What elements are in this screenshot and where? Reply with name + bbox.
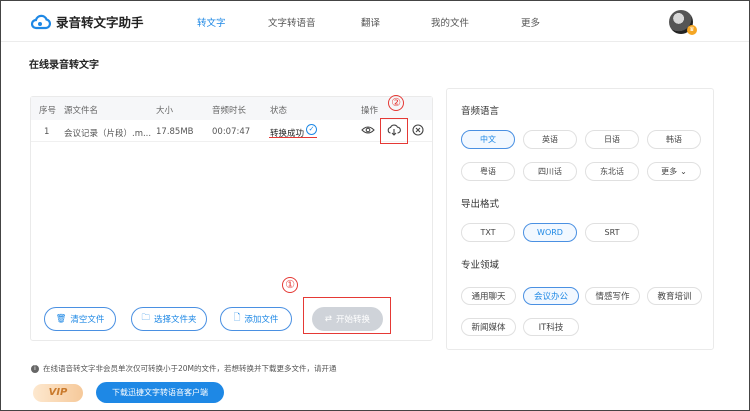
col-actions: 操作 xyxy=(361,106,379,116)
start-convert-label: 开始转换 xyxy=(336,315,371,325)
domain-education[interactable]: 教育培训 xyxy=(647,287,702,305)
lang-english[interactable]: 英语 xyxy=(523,130,577,149)
row-size: 17.85MB xyxy=(156,127,194,137)
avatar[interactable]: ♛ xyxy=(669,10,697,35)
add-file-button[interactable]: 🗋 添加文件 xyxy=(220,307,292,331)
audio-language-title: 音频语言 xyxy=(461,106,500,117)
nav-my-files[interactable]: 我的文件 xyxy=(431,15,469,29)
settings-panel: 音频语言 中文 英语 日语 韩语 粤语 四川话 东北话 更多 ⌄ 导出格式 TX… xyxy=(446,88,714,350)
lang-japanese[interactable]: 日语 xyxy=(585,130,639,149)
row-filename: 会议记录（片段）.m... xyxy=(64,129,152,139)
lang-more-label: 更多 xyxy=(661,167,678,176)
folder-icon: 🗀 xyxy=(141,313,150,323)
col-status: 状态 xyxy=(270,106,288,116)
lang-dongbei[interactable]: 东北话 xyxy=(585,162,639,181)
chevron-down-icon: ⌄ xyxy=(680,167,687,176)
crown-badge-icon: ♛ xyxy=(687,25,697,35)
nav-translate[interactable]: 翻译 xyxy=(361,15,380,29)
app-title: 录音转文字助手 xyxy=(56,15,144,30)
cloud-logo-icon xyxy=(31,14,51,29)
format-srt[interactable]: SRT xyxy=(585,223,639,242)
row-duration: 00:07:47 xyxy=(212,127,251,137)
vip-badge[interactable]: VIP xyxy=(33,384,83,402)
member-notice-text: 在线语音转文字非会员单次仅可转换小于20M的文件，若想转换并下载更多文件，请开通 xyxy=(43,364,337,373)
check-circle-icon: ✓ xyxy=(306,124,317,135)
domain-it-tech[interactable]: IT科技 xyxy=(523,318,579,336)
page-title: 在线录音转文字 xyxy=(29,60,99,71)
nav-text-to-speech[interactable]: 文字转语音 xyxy=(268,15,316,29)
lang-sichuan[interactable]: 四川话 xyxy=(523,162,577,181)
annotation-2: ② xyxy=(388,95,404,111)
domain-news-media[interactable]: 新闻媒体 xyxy=(461,318,516,336)
table-header: 序号 源文件名 大小 音频时长 状态 操作 xyxy=(31,97,432,120)
professional-domain-title: 专业领域 xyxy=(461,260,500,271)
table-row[interactable]: 1 会议记录（片段）.m... 17.85MB 00:07:47 转换成功 ✓ xyxy=(31,118,432,144)
format-txt[interactable]: TXT xyxy=(461,223,515,242)
lang-chinese[interactable]: 中文 xyxy=(461,130,515,149)
format-word[interactable]: WORD xyxy=(523,223,577,242)
nav-more[interactable]: 更多 xyxy=(521,15,540,29)
col-duration: 音频时长 xyxy=(212,106,247,116)
trash-icon: 🗑 xyxy=(55,314,67,324)
start-convert-button[interactable]: ⇄ 开始转换 xyxy=(312,307,383,331)
app-logo[interactable]: 录音转文字助手 xyxy=(31,12,144,31)
col-index: 序号 xyxy=(39,106,57,116)
download-client-button[interactable]: 下载迅捷文字转语音客户端 xyxy=(96,382,224,403)
domain-emotional-writing[interactable]: 情感写作 xyxy=(585,287,640,305)
top-bar: 录音转文字助手 转文字 文字转语音 翻译 我的文件 更多 ♛ xyxy=(1,1,749,42)
annotation-1: ① xyxy=(282,277,298,293)
clear-files-button[interactable]: 🗑 清空文件 xyxy=(44,307,116,331)
domain-meeting-office[interactable]: 会议办公 xyxy=(523,287,579,305)
choose-folder-label: 选择文件夹 xyxy=(154,315,197,325)
delete-circle-icon[interactable] xyxy=(411,123,425,137)
info-icon: i xyxy=(31,364,39,373)
choose-folder-button[interactable]: 🗀 选择文件夹 xyxy=(131,307,207,331)
convert-icon: ⇄ xyxy=(324,314,333,324)
row-index: 1 xyxy=(44,127,50,137)
clear-files-label: 清空文件 xyxy=(70,315,105,325)
col-size: 大小 xyxy=(156,106,174,116)
lang-korean[interactable]: 韩语 xyxy=(647,130,701,149)
col-filename: 源文件名 xyxy=(64,106,99,116)
lang-more-dropdown[interactable]: 更多 ⌄ xyxy=(647,162,701,181)
add-file-label: 添加文件 xyxy=(244,315,279,325)
file-panel: 序号 源文件名 大小 音频时长 状态 操作 1 会议记录（片段）.m... 17… xyxy=(30,95,433,341)
status-highlight-underline xyxy=(269,137,317,138)
export-format-title: 导出格式 xyxy=(461,199,500,210)
lang-cantonese[interactable]: 粤语 xyxy=(461,162,515,181)
member-notice: i 在线语音转文字非会员单次仅可转换小于20M的文件，若想转换并下载更多文件，请… xyxy=(31,363,337,374)
nav-convert-text[interactable]: 转文字 xyxy=(197,15,226,29)
download-highlight-box xyxy=(380,118,408,144)
domain-general-chat[interactable]: 通用聊天 xyxy=(461,287,516,305)
preview-eye-icon[interactable] xyxy=(361,123,375,137)
file-add-icon: 🗋 xyxy=(233,313,241,323)
